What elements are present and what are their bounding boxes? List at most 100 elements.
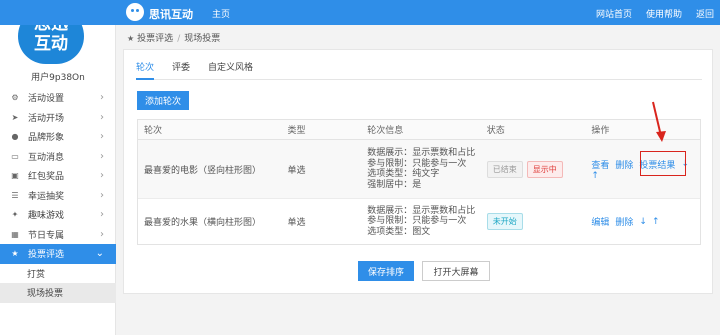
round-info: 数据展示：显示票数和占比 参与限制：只能参与一次 选项类型：图文 [367, 199, 487, 244]
sidebar-nav: ⚙ 活动设置 › ➤ 活动开场 › ● 品牌形象 › ▭ 互动消息 › ▣ 红包 [0, 88, 116, 303]
game-icon: ✦ [11, 210, 19, 220]
table-row: 最喜爱的水果（横向柱形图） 单选 数据展示：显示票数和占比 参与限制：只能参与一… [138, 199, 700, 244]
bear-logo-icon [126, 3, 144, 21]
chevron-right-icon: › [100, 131, 104, 142]
column-header: 类型 [287, 126, 306, 136]
sidebar-item-label: 品牌形象 [28, 133, 65, 144]
message-icon: ▭ [11, 151, 19, 161]
tab-custom-style[interactable]: 自定义风格 [208, 60, 253, 80]
sidebar-item-label: 节日专属 [28, 230, 65, 241]
star-icon: ★ [127, 34, 135, 43]
sidebar-subitem-live-voting[interactable]: 现场投票 [0, 283, 116, 303]
tabs: 轮次 评委 自定义风格 [136, 60, 702, 80]
round-info-line: 强制居中：是 [367, 179, 422, 190]
top-bar: 思讯互动 主页 网站首页 使用帮助 返回 [0, 0, 720, 25]
app-root: 思迅 互动 用户9p38On ⚙ 活动设置 › ➤ 活动开场 › ● 品牌形象 … [0, 0, 720, 335]
round-actions: 编辑 删除 ↓ ↑ [591, 199, 700, 244]
round-status: 已结束 显示中 [486, 140, 592, 198]
badge-icon: ● [11, 132, 19, 142]
chevron-right-icon: › [100, 92, 104, 103]
chevron-right-icon: › [100, 209, 104, 220]
site-home-link[interactable]: 网站首页 [596, 7, 632, 20]
sidebar-item-label: 活动设置 [28, 94, 65, 105]
star-icon: ★ [11, 249, 19, 259]
annotation-highlight-box [640, 151, 686, 176]
sidebar-subitem-label: 现场投票 [27, 289, 64, 300]
back-link[interactable]: 返回 [696, 7, 714, 20]
round-info-line: 参与限制：只能参与一次 [367, 158, 467, 169]
breadcrumb-voting[interactable]: 投票评选 [137, 34, 173, 44]
sidebar-item-label: 趣味游戏 [28, 211, 65, 222]
username: 用户9p38On [31, 73, 85, 83]
gift-icon: ▣ [11, 171, 19, 181]
save-order-button[interactable]: 保存排序 [358, 261, 414, 281]
round-type: 单选 [287, 165, 306, 176]
round-type: 单选 [287, 218, 306, 228]
sidebar-subitem-reward[interactable]: 打赏 [0, 264, 116, 284]
delete-link[interactable]: 删除 [615, 158, 633, 171]
move-up-icon[interactable]: ↑ [591, 171, 599, 181]
sidebar-item-lucky-draw[interactable]: ☰ 幸运抽奖 › [0, 186, 116, 206]
chevron-down-icon: ⌄ [95, 248, 104, 259]
column-header: 状态 [486, 126, 505, 136]
add-round-button[interactable]: 添加轮次 [137, 91, 189, 110]
round-info-line: 选项类型：图文 [367, 226, 431, 237]
tab-judges[interactable]: 评委 [172, 60, 190, 80]
sidebar-item-brand-image[interactable]: ● 品牌形象 › [0, 127, 116, 147]
status-badge-ended: 已结束 [486, 160, 523, 178]
chevron-right-icon: › [100, 150, 104, 162]
send-icon: ➤ [11, 112, 19, 122]
column-header: 轮次 [144, 126, 163, 136]
edit-link[interactable]: 编辑 [591, 215, 609, 228]
round-name: 最喜爱的电影（竖向柱形图） [144, 165, 262, 176]
calendar-icon: ▦ [11, 229, 19, 239]
top-links: 网站首页 使用帮助 返回 [596, 7, 714, 20]
breadcrumb: ★ 投票评选 / 现场投票 [127, 31, 220, 44]
chevron-right-icon: › [100, 228, 104, 240]
chevron-right-icon: › [100, 111, 104, 123]
round-info-line: 数据展示：显示票数和占比 [367, 205, 476, 216]
round-name: 最喜爱的水果（横向柱形图） [144, 218, 262, 228]
sidebar-item-voting[interactable]: ★ 投票评选 ⌄ [0, 244, 116, 264]
sidebar-item-label: 互动消息 [28, 152, 65, 163]
top-home-link[interactable]: 主页 [212, 7, 230, 20]
sidebar-item-holiday-special[interactable]: ▦ 节日专属 › [0, 225, 116, 245]
column-header: 轮次信息 [367, 126, 404, 136]
gear-icon: ⚙ [11, 93, 19, 103]
round-status: 未开始 [486, 199, 592, 244]
footer-buttons: 保存排序 打开大屏幕 [358, 261, 490, 281]
breadcrumb-live-voting: 现场投票 [184, 34, 221, 44]
sidebar-item-interactive-messages[interactable]: ▭ 互动消息 › [0, 147, 116, 167]
round-info-line: 参与限制：只能参与一次 [367, 216, 467, 227]
table-row: 最喜爱的电影（竖向柱形图） 单选 数据展示：显示票数和占比 参与限制：只能参与一… [138, 140, 700, 199]
move-up-icon[interactable]: ↑ [652, 217, 660, 227]
rounds-table: 轮次 类型 轮次信息 状态 操作 最喜爱的电影（竖向柱形图） 单选 数据展示：显… [137, 119, 701, 245]
sidebar-item-red-packet-prizes[interactable]: ▣ 红包奖品 › [0, 166, 116, 186]
sidebar-subitem-label: 打赏 [27, 269, 46, 280]
annotation-arrow [652, 101, 666, 142]
help-link[interactable]: 使用帮助 [646, 7, 682, 20]
move-down-icon[interactable]: ↓ [639, 217, 647, 227]
round-info: 数据展示：显示票数和占比 参与限制：只能参与一次 选项类型：纯文字 强制居中：是 [367, 140, 487, 198]
round-info-line: 数据展示：显示票数和占比 [367, 148, 476, 158]
status-badge-showing: 显示中 [526, 160, 563, 178]
sidebar: 思迅 互动 用户9p38On ⚙ 活动设置 › ➤ 活动开场 › ● 品牌形象 … [0, 0, 116, 335]
delete-link[interactable]: 删除 [615, 215, 633, 228]
sidebar-item-activity-settings[interactable]: ⚙ 活动设置 › [0, 88, 116, 108]
status-badge-not-started: 未开始 [486, 213, 523, 230]
chevron-right-icon: › [100, 189, 104, 201]
sidebar-item-fun-games[interactable]: ✦ 趣味游戏 › [0, 205, 116, 225]
list-icon: ☰ [11, 190, 19, 200]
open-big-screen-button[interactable]: 打开大屏幕 [422, 261, 490, 281]
sidebar-item-label: 红包奖品 [28, 172, 65, 183]
view-link[interactable]: 查看 [591, 158, 609, 171]
breadcrumb-separator: / [177, 34, 181, 44]
tab-rounds[interactable]: 轮次 [136, 60, 155, 80]
content-panel: 轮次 评委 自定义风格 添加轮次 轮次 类型 轮次信息 状态 操作 最喜爱的电影… [123, 49, 713, 294]
brand-logo-line2: 互动 [34, 34, 68, 54]
sidebar-item-activity-opening[interactable]: ➤ 活动开场 › [0, 108, 116, 128]
chevron-right-icon: › [100, 170, 104, 181]
sidebar-item-label: 活动开场 [28, 113, 65, 124]
sidebar-item-label: 投票评选 [28, 250, 65, 261]
top-brand: 思讯互动 [149, 8, 193, 21]
